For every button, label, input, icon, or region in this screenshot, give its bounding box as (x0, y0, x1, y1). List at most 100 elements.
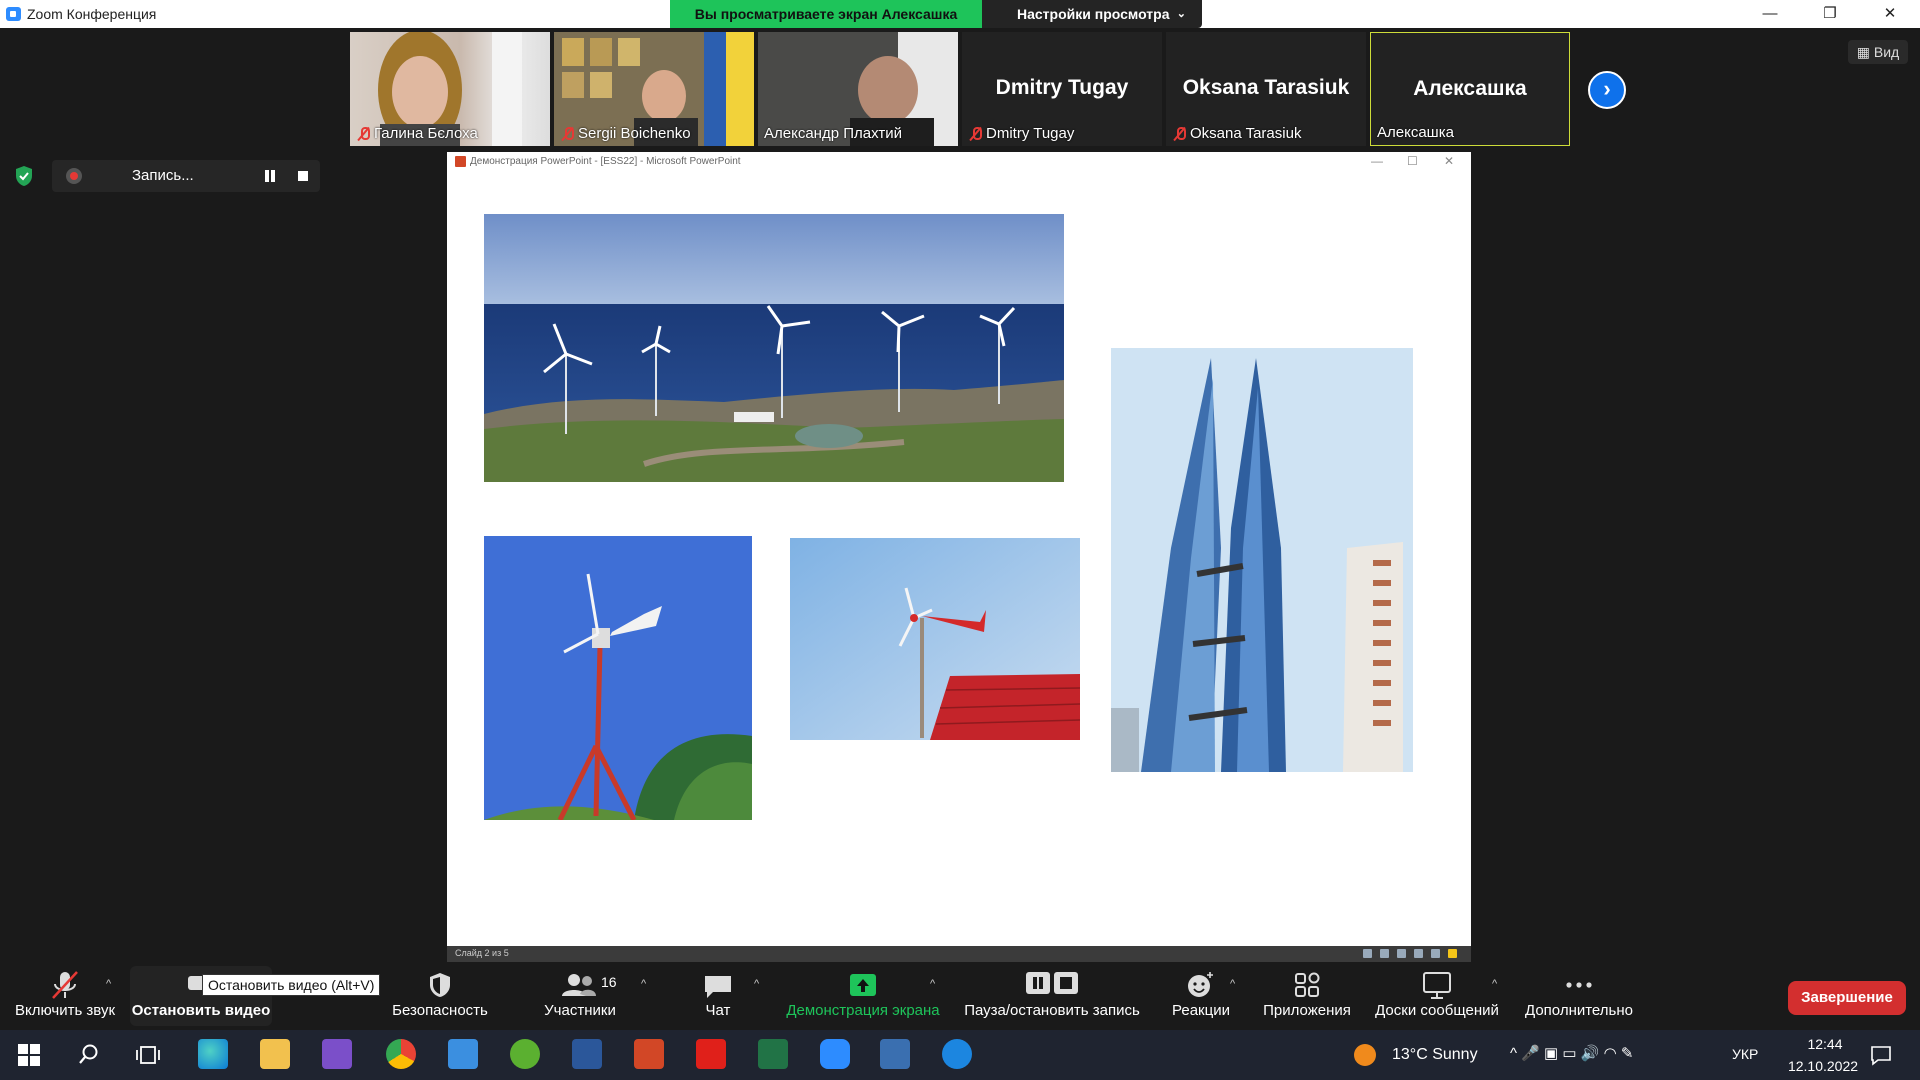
reactions-label: Реакции (1172, 1002, 1230, 1019)
windows-start-icon[interactable] (18, 1044, 40, 1066)
stop-video-tooltip: Остановить видео (Alt+V) (202, 974, 381, 996)
record-label: Пауза/остановить запись (964, 1002, 1140, 1019)
recording-indicator-icon (66, 168, 82, 184)
ppt-title-bar: Демонстрация PowerPoint - [ESS22] - Micr… (455, 156, 741, 167)
view-button[interactable]: ▦ Вид (1848, 40, 1908, 64)
window-title: Zoom Конференция (27, 6, 157, 22)
viewing-banner-text: Вы просматриваете экран Алексашка (694, 6, 958, 22)
task-view-icon[interactable] (136, 1044, 160, 1066)
chat-icon (705, 976, 731, 998)
more-label: Дополнительно (1525, 1002, 1633, 1019)
notifications-icon[interactable] (1870, 1044, 1892, 1066)
chrome-app-icon[interactable] (386, 1039, 416, 1069)
next-page-button[interactable]: › (1588, 71, 1626, 109)
utorrent-app-icon[interactable] (510, 1039, 540, 1069)
participant-tile-active-speaker[interactable]: Алексашка Алексашка (1370, 32, 1570, 146)
mail-app-icon[interactable] (448, 1039, 478, 1069)
pause-recording-icon[interactable] (264, 170, 276, 182)
word-app-icon[interactable] (572, 1039, 602, 1069)
weather-text[interactable]: 13°C Sunny (1392, 1046, 1478, 1064)
view-settings-dropdown[interactable]: Настройки просмотра ⌄ (982, 0, 1202, 28)
end-meeting-button[interactable]: Завершение (1788, 981, 1906, 1015)
excel-app-icon[interactable] (758, 1039, 788, 1069)
participant-display-name: Алексашка (1413, 77, 1527, 100)
title-bar: Zoom Конференция Вы просматриваете экран… (0, 0, 1920, 28)
participant-name: Галина Бєлоха (356, 125, 478, 142)
photo-bahrain-world-trade-center (1111, 348, 1413, 772)
chevron-right-icon: › (1603, 76, 1611, 101)
participant-tile[interactable]: Oksana Tarasiuk Oksana Tarasiuk (1166, 32, 1366, 146)
muted-mic-icon (52, 971, 78, 999)
participant-tile[interactable]: Галина Бєлоха (350, 32, 550, 146)
close-button[interactable]: ✕ (1860, 0, 1920, 28)
apps-button[interactable]: Приложения (1260, 968, 1354, 1019)
powerpoint-app-icon[interactable] (634, 1039, 664, 1069)
snipping-tool-app-icon[interactable] (880, 1039, 910, 1069)
zoom-logo-icon (6, 7, 21, 21)
participant-display-name: Dmitry Tugay (995, 76, 1129, 99)
restore-button[interactable]: ❐ (1800, 0, 1860, 28)
whiteboards-options-caret[interactable]: ^ (1492, 978, 1497, 990)
participants-count: 16 (601, 974, 617, 990)
file-explorer-app-icon[interactable] (260, 1039, 290, 1069)
share-options-caret[interactable]: ^ (930, 978, 935, 990)
input-language[interactable]: УКР (1732, 1046, 1758, 1062)
participant-name: Александр Плахтий (764, 125, 903, 142)
security-label: Безопасность (392, 1002, 488, 1019)
photo-roof-wind-turbine (790, 538, 1080, 740)
encryption-shield-icon[interactable] (14, 165, 34, 187)
weather-sun-icon[interactable] (1354, 1044, 1376, 1066)
share-screen-button[interactable]: Демонстрация экрана (784, 968, 942, 1019)
share-screen-icon (850, 974, 876, 996)
stop-video-label: Остановить видео (131, 1002, 271, 1019)
unmute-label: Включить звук (14, 1002, 116, 1019)
participants-options-caret[interactable]: ^ (641, 978, 646, 990)
participant-tile[interactable]: Александр Плахтий (758, 32, 958, 146)
audio-options-caret[interactable]: ^ (106, 978, 111, 990)
whiteboards-button[interactable]: Доски сообщений (1372, 968, 1502, 1019)
app-icon[interactable] (942, 1039, 972, 1069)
stop-recording-icon[interactable] (298, 171, 308, 181)
pause-stop-recording-button[interactable]: Пауза/остановить запись (962, 968, 1142, 1019)
chat-label: Чат (705, 1002, 731, 1019)
ppt-status-bar: Слайд 2 из 5 (447, 946, 1471, 962)
chat-options-caret[interactable]: ^ (754, 978, 759, 990)
ppt-view-icons (1363, 949, 1457, 958)
participant-name: Алексашка (1377, 124, 1454, 141)
pause-stop-recording-icon (1026, 972, 1078, 994)
edge-app-icon[interactable] (198, 1039, 228, 1069)
zoom-app-icon[interactable] (820, 1039, 850, 1069)
participants-button[interactable]: 16 Участники (535, 968, 625, 1019)
tray-icons[interactable]: ^ 🎤 ▣ ▭ 🔊 ◠ ✎ (1510, 1044, 1633, 1062)
minimize-button[interactable]: — (1740, 0, 1800, 28)
smiley-icon (1188, 972, 1213, 997)
photo-wind-farm-coast (484, 214, 1064, 482)
participant-tile[interactable]: Sergii Boichenko (554, 32, 754, 146)
security-button[interactable]: Безопасность (390, 968, 490, 1019)
more-icon (1566, 982, 1592, 988)
participant-name: Dmitry Tugay (968, 125, 1074, 142)
acrobat-app-icon[interactable] (696, 1039, 726, 1069)
recording-label: Запись... (132, 167, 194, 184)
visual-studio-app-icon[interactable] (322, 1039, 352, 1069)
clock-date[interactable]: 12.10.2022 (1778, 1058, 1868, 1074)
muted-mic-icon (1172, 126, 1186, 142)
unmute-button[interactable]: Включить звук (12, 968, 118, 1019)
muted-mic-icon (560, 126, 574, 142)
whiteboard-icon (1423, 972, 1451, 999)
more-button[interactable]: Дополнительно (1522, 968, 1636, 1019)
search-icon[interactable] (78, 1043, 100, 1065)
participant-tile[interactable]: Dmitry Tugay Dmitry Tugay (962, 32, 1162, 146)
ppt-minimize-icon: — (1371, 154, 1383, 168)
shield-icon (430, 973, 450, 997)
whiteboards-label: Доски сообщений (1375, 1002, 1499, 1019)
apps-icon (1295, 972, 1320, 997)
viewing-banner: Вы просматриваете экран Алексашка (670, 0, 982, 28)
reactions-options-caret[interactable]: ^ (1230, 978, 1235, 990)
chevron-down-icon: ⌄ (1176, 8, 1186, 20)
participant-name: Sergii Boichenko (560, 125, 691, 142)
reactions-button[interactable]: Реакции (1168, 968, 1234, 1019)
recording-bar: Запись... (52, 160, 320, 192)
chat-button[interactable]: Чат (698, 968, 738, 1019)
clock-time[interactable]: 12:44 (1790, 1036, 1860, 1052)
